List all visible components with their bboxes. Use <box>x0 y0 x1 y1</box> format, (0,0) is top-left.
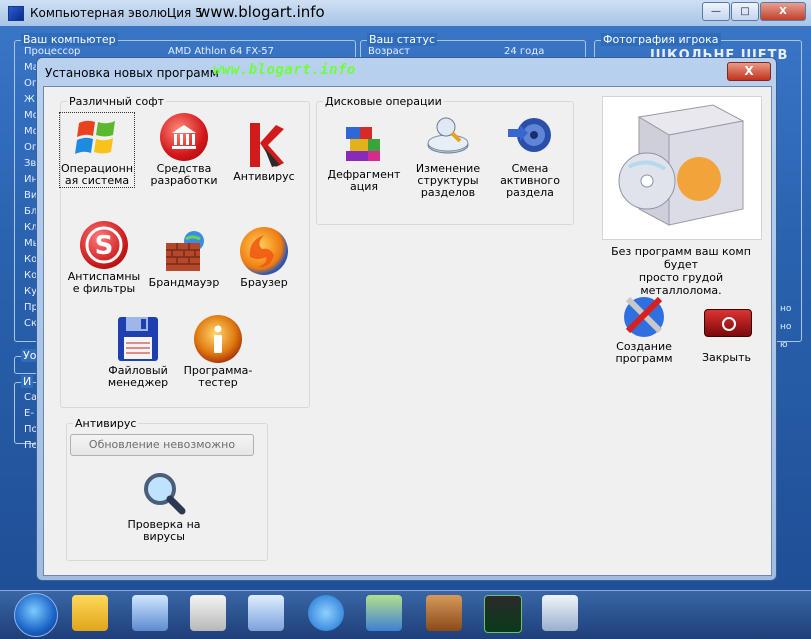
network-printer-icon[interactable] <box>542 595 578 631</box>
magnifier-icon <box>140 469 188 517</box>
main-window-title: Компьютерная эволюЦия 5 <box>30 6 203 20</box>
computer-row-label: Ж <box>24 94 35 105</box>
tools-icon <box>620 291 668 339</box>
create-programs-item[interactable]: Создание программ <box>604 291 684 365</box>
software-box-image <box>602 96 762 240</box>
dialog-title: Установка новых программ <box>45 66 219 80</box>
browser-label: Браузер <box>240 276 288 289</box>
computer-row-value: AMD Athlon 64 FX-57 <box>168 46 275 57</box>
partition-resize-icon <box>424 113 472 161</box>
antivirus-item[interactable]: Антивирус <box>224 121 304 183</box>
your-computer-caption: Ваш компьютер <box>21 33 118 46</box>
kaspersky-icon <box>240 121 288 169</box>
file-manager-label-2: менеджер <box>107 376 169 389</box>
defragment-label-2: ация <box>350 180 378 193</box>
windows-logo-icon <box>73 113 121 161</box>
your-status-caption: Ваш статус <box>367 33 438 46</box>
defragment-icon <box>340 119 388 167</box>
box-caption: Без программ ваш комп будет просто грудо… <box>597 245 765 297</box>
dialog-site: www.blogart.info <box>213 62 356 78</box>
app-icon <box>8 6 24 21</box>
main-close-button[interactable]: X <box>760 2 806 21</box>
age-label: Возраст <box>368 46 411 57</box>
floppy-disk-icon <box>114 315 162 363</box>
firewall-item[interactable]: Брандмауэр <box>144 227 224 289</box>
software-box-icon <box>618 104 745 226</box>
magnifier-monitor-icon[interactable] <box>248 595 284 631</box>
antivirus-group-caption: Антивирус <box>73 417 139 430</box>
svg-text:S: S <box>95 231 114 261</box>
spam-filter-icon: S <box>80 221 128 269</box>
program-tester-item[interactable]: Программа- тестер <box>178 315 258 389</box>
active-partition-item[interactable]: Смена активного раздела <box>490 113 570 199</box>
dialog-client-area: Различный софт Операционн ая система Сре… <box>43 86 772 576</box>
internet-explorer-icon[interactable] <box>308 595 344 631</box>
power-icon[interactable] <box>704 309 752 337</box>
close-app-label[interactable]: Закрыть <box>702 351 751 364</box>
antispam-item[interactable]: S Антиспамны е фильтры <box>64 221 144 295</box>
firewall-brick-icon <box>160 227 208 275</box>
dialog-close-button[interactable]: X <box>727 62 771 81</box>
disk-ops-caption: Дисковые операции <box>323 95 444 108</box>
firewall-label: Брандмауэр <box>148 276 220 289</box>
right-strip-text: но <box>780 304 792 314</box>
virus-scan-item[interactable]: Проверка на вирусы <box>124 469 204 543</box>
misc-soft-caption: Различный софт <box>67 95 167 108</box>
lower-left-caption-2: И <box>21 375 34 388</box>
main-window-site: www.blogart.info <box>198 3 325 21</box>
maximize-button[interactable]: □ <box>731 2 759 21</box>
computer-row-label: Процессор <box>24 46 81 57</box>
partition-resize-item[interactable]: Изменение структуры разделов <box>408 113 488 199</box>
monitor-icon[interactable] <box>132 595 168 631</box>
briefcase-icon[interactable] <box>426 595 462 631</box>
active-partition-icon <box>506 113 554 161</box>
box-caption-line-1: Без программ ваш комп будет <box>611 245 751 271</box>
age-value: 24 года <box>504 46 545 57</box>
right-strip-text: ю <box>780 340 788 350</box>
start-orb-icon[interactable] <box>14 593 58 637</box>
task-manager-icon[interactable] <box>484 595 522 633</box>
minimize-button[interactable]: — <box>702 2 730 21</box>
antispam-label-2: е фильтры <box>72 282 136 295</box>
document-icon[interactable] <box>190 595 226 631</box>
main-title-bar: Компьютерная эволюЦия 5 www.blogart.info… <box>0 0 811 26</box>
active-partition-label-3: раздела <box>506 186 554 199</box>
lower-row: Е- <box>24 408 34 419</box>
institution-icon <box>160 113 208 161</box>
file-manager-item[interactable]: Файловый менеджер <box>98 315 178 389</box>
partition-resize-label-3: разделов <box>420 186 476 199</box>
player-photo-caption: Фотография игрока <box>601 33 721 46</box>
defragment-item[interactable]: Дефрагмент ация <box>324 119 404 193</box>
firefox-icon <box>240 227 288 275</box>
update-button[interactable]: Обновление невозможно <box>70 434 254 456</box>
dev-tools-item[interactable]: Средства разработки <box>144 113 224 187</box>
dev-tools-label-2: разработки <box>150 174 218 187</box>
install-programs-dialog: Установка новых программ www.blogart.inf… <box>36 57 777 581</box>
create-programs-label-2: программ <box>615 352 673 365</box>
computer-row-label: Зв <box>24 158 37 169</box>
program-tester-label-2: тестер <box>198 376 238 389</box>
folder-icon[interactable] <box>72 595 108 631</box>
antivirus-label: Антивирус <box>233 170 295 183</box>
info-icon <box>194 315 242 363</box>
taskbar <box>0 590 811 639</box>
users-icon[interactable] <box>366 595 402 631</box>
os-item[interactable]: Операционн ая система <box>59 112 135 188</box>
os-label-2: ая система <box>64 174 130 187</box>
browser-item[interactable]: Браузер <box>224 227 304 289</box>
virus-scan-label-2: вирусы <box>143 530 185 543</box>
right-strip-text: но <box>780 322 792 332</box>
